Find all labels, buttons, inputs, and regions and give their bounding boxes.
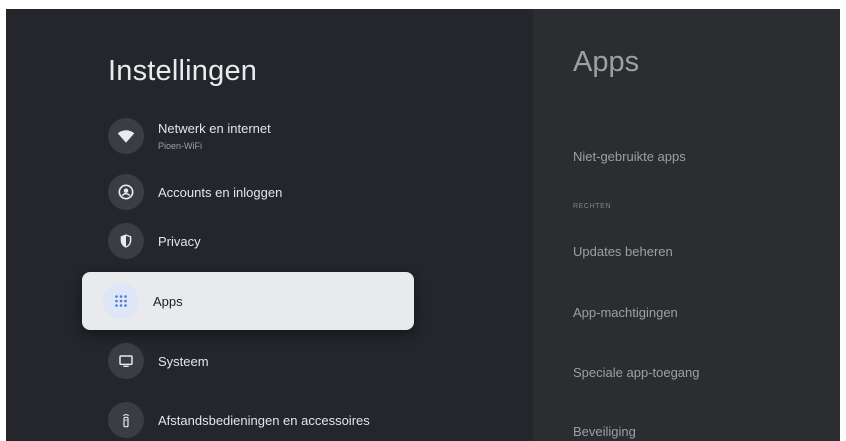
wifi-icon <box>108 118 144 154</box>
menu-item-accounts[interactable]: Accounts en inloggen <box>108 166 428 218</box>
settings-title: Instellingen <box>108 55 258 87</box>
menu-item-label: Systeem <box>158 353 209 369</box>
apps-grid-icon <box>103 283 139 319</box>
apps-panel-title: Apps <box>573 46 640 78</box>
menu-item-remotes[interactable]: Afstandsbedieningen en accessoires <box>108 394 428 441</box>
unused-apps-item[interactable]: Niet-gebruikte apps <box>573 149 686 164</box>
menu-item-sublabel: Pioen-WiFi <box>158 141 203 151</box>
settings-pane: Instellingen Netwerk en internet Pioen-W… <box>6 9 533 441</box>
monitor-icon <box>108 343 144 379</box>
security-item[interactable]: Beveiliging <box>573 424 636 439</box>
permissions-section-label: RECHTEN <box>573 203 612 210</box>
shield-icon <box>108 223 144 259</box>
menu-item-apps[interactable]: Apps <box>82 272 414 330</box>
menu-item-label: Afstandsbedieningen en accessoires <box>158 412 370 428</box>
menu-item-system[interactable]: Systeem <box>108 335 428 387</box>
menu-item-privacy[interactable]: Privacy <box>108 215 428 267</box>
menu-item-label: Netwerk en internet <box>158 121 271 136</box>
menu-item-label: Apps <box>153 293 183 309</box>
account-icon <box>108 174 144 210</box>
manage-updates-item[interactable]: Updates beheren <box>573 244 673 259</box>
menu-item-network[interactable]: Netwerk en internet Pioen-WiFi <box>108 110 428 162</box>
tv-settings-screen: Instellingen Netwerk en internet Pioen-W… <box>6 9 840 441</box>
app-permissions-item[interactable]: App-machtigingen <box>573 305 678 320</box>
menu-item-label: Privacy <box>158 233 201 249</box>
special-app-access-item[interactable]: Speciale app-toegang <box>573 365 700 380</box>
menu-item-label: Accounts en inloggen <box>158 184 283 200</box>
remote-icon <box>108 402 144 438</box>
